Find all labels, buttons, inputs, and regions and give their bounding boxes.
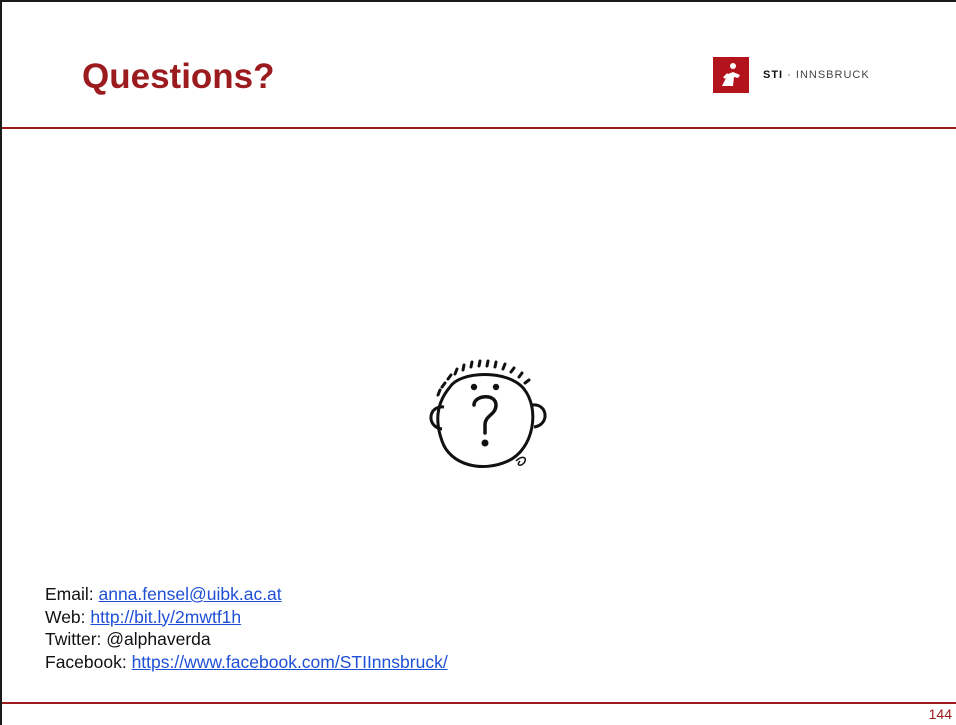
contact-list: Email: anna.fensel@uibk.ac.at Web: http:… [45,583,448,673]
contact-facebook-label: Facebook: [45,651,132,672]
slide-title: Questions? [82,57,275,96]
contact-facebook: Facebook: https://www.facebook.com/STIIn… [45,651,448,674]
facebook-link[interactable]: https://www.facebook.com/STIInnsbruck/ [132,652,448,672]
logo-text: STI · INNSBRUCK [763,69,870,81]
question-face-icon [416,357,556,482]
logo-text-rest: · INNSBRUCK [783,69,870,81]
contact-web-label: Web: [45,606,91,627]
page-number: 144 [928,706,952,722]
sti-logo-icon [713,57,749,93]
web-link[interactable]: http://bit.ly/2mwtf1h [90,607,241,627]
sti-innsbruck-logo: STI · INNSBRUCK [713,57,870,93]
contact-email-label: Email: [45,584,99,604]
slide: Questions? STI · INNSBRUCK Email: anna.f… [0,0,956,725]
contact-email: Email: anna.fensel@uibk.ac.at [45,583,448,606]
contact-twitter-label: Twitter: [45,629,107,649]
contact-twitter: Twitter: @alphaverda [45,628,448,651]
contact-web: Web: http://bit.ly/2mwtf1h [45,606,448,629]
email-link[interactable]: anna.fensel@uibk.ac.at [98,584,281,604]
logo-text-bold: STI [763,69,784,81]
footer-divider [2,702,956,704]
title-divider [2,127,956,129]
twitter-handle: @alphaverda [106,629,211,649]
